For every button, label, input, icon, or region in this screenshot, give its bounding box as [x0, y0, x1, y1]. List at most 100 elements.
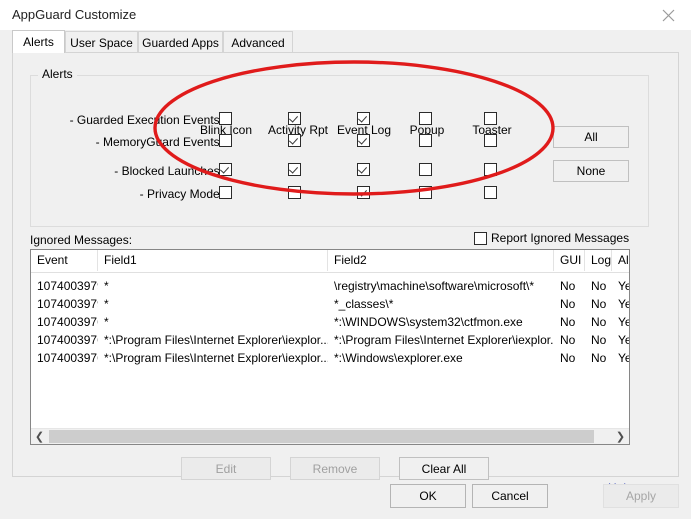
- checkbox-privacy-mode-popup[interactable]: [419, 186, 432, 199]
- checkbox-guarded-execution-event-log[interactable]: [357, 112, 370, 125]
- tab-user-space[interactable]: User Space: [65, 31, 138, 53]
- cell-event: 1074003976: [37, 315, 98, 329]
- checkbox-memoryguard-activity-rpt[interactable]: [288, 134, 301, 147]
- cell-al: Ye: [618, 351, 629, 365]
- checkbox-guarded-execution-toaster[interactable]: [484, 112, 497, 125]
- cell-gui: No: [560, 333, 576, 347]
- clear-all-button[interactable]: Clear All: [399, 457, 489, 480]
- close-icon: [662, 9, 674, 21]
- table-row[interactable]: 1074003976 *:\Program Files\Internet Exp…: [31, 331, 629, 349]
- table-row[interactable]: 1074003976 * *:\WINDOWS\system32\ctfmon.…: [31, 313, 629, 331]
- list-header-row: Event Field1 Field2 GUI Log Al: [31, 250, 629, 273]
- cell-log: No: [591, 279, 607, 293]
- list-column-field1[interactable]: Field1: [98, 250, 328, 271]
- all-button[interactable]: All: [553, 126, 629, 148]
- edit-button-label: Edit: [215, 461, 237, 476]
- cell-al: Ye: [618, 333, 629, 347]
- ok-button[interactable]: OK: [390, 484, 466, 508]
- tab-alerts-label: Alerts: [23, 35, 54, 49]
- horizontal-scrollbar[interactable]: ❮ ❯: [31, 428, 629, 444]
- apply-button[interactable]: Apply: [603, 484, 679, 508]
- cell-field1: *: [104, 297, 109, 311]
- checkbox-memoryguard-blink-icon[interactable]: [219, 134, 232, 147]
- row-label-memoryguard-events: - MemoryGuard Events:: [95, 135, 223, 149]
- alerts-group-box: [30, 75, 649, 227]
- appguard-customize-dialog: AppGuard Customize Alerts User Space Gua…: [0, 0, 691, 519]
- checkbox-guarded-execution-activity-rpt[interactable]: [288, 112, 301, 125]
- checkbox-privacy-mode-activity-rpt[interactable]: [288, 186, 301, 199]
- tab-guarded-apps[interactable]: Guarded Apps: [138, 31, 223, 53]
- clear-all-button-label: Clear All: [421, 461, 467, 476]
- title-bar: AppGuard Customize: [0, 0, 691, 31]
- checkbox-memoryguard-toaster[interactable]: [484, 134, 497, 147]
- cell-al: Ye: [618, 297, 629, 311]
- cell-log: No: [591, 351, 607, 365]
- checkbox-report-ignored-messages[interactable]: [474, 231, 487, 245]
- apply-button-label: Apply: [625, 489, 657, 503]
- tab-alerts[interactable]: Alerts: [12, 30, 65, 53]
- report-ignored-messages-label: Report Ignored Messages: [491, 231, 630, 245]
- dialog-client-area: Alerts User Space Guarded Apps Advanced …: [0, 30, 691, 519]
- close-button[interactable]: [645, 0, 691, 30]
- checkbox-privacy-mode-event-log[interactable]: [357, 186, 370, 199]
- cell-field2: *:\Windows\explorer.exe: [334, 351, 463, 365]
- cell-field1: *:\Program Files\Internet Explorer\iexpl…: [104, 351, 328, 365]
- none-button-label: None: [576, 164, 606, 178]
- tab-page-alerts: Alerts Blink Icon Activity Rpt Event Log…: [12, 52, 679, 495]
- cell-field2: \registry\machine\software\microsoft\*: [334, 279, 535, 293]
- tab-strip: Alerts User Space Guarded Apps Advanced: [12, 30, 679, 53]
- list-column-gui[interactable]: GUI: [554, 250, 585, 271]
- remove-button[interactable]: Remove: [290, 457, 380, 480]
- tab-advanced-label: Advanced: [231, 35, 285, 50]
- checkbox-blocked-launches-popup[interactable]: [419, 163, 432, 176]
- none-button[interactable]: None: [553, 160, 629, 182]
- list-column-event[interactable]: Event: [31, 250, 98, 271]
- cell-al: Ye: [618, 315, 629, 329]
- cell-log: No: [591, 315, 607, 329]
- cell-gui: No: [560, 315, 576, 329]
- cell-field2: *_classes\*: [334, 297, 394, 311]
- report-ignored-messages-row[interactable]: Report Ignored Messages: [474, 231, 629, 245]
- list-column-log[interactable]: Log: [585, 250, 612, 271]
- checkbox-privacy-mode-toaster[interactable]: [484, 186, 497, 199]
- checkbox-guarded-execution-popup[interactable]: [419, 112, 432, 125]
- cancel-button[interactable]: Cancel: [472, 484, 548, 508]
- checkbox-blocked-launches-event-log[interactable]: [357, 163, 370, 176]
- row-label-blocked-launches: - Blocked Launches:: [114, 164, 223, 178]
- checkbox-memoryguard-popup[interactable]: [419, 134, 432, 147]
- cell-al: Ye: [618, 279, 629, 293]
- cell-field2: *:\Program Files\Internet Explorer\iexpl…: [334, 333, 554, 347]
- cell-gui: No: [560, 351, 576, 365]
- checkbox-blocked-launches-activity-rpt[interactable]: [288, 163, 301, 176]
- checkbox-privacy-mode-blink-icon[interactable]: [219, 186, 232, 199]
- cell-log: No: [591, 333, 607, 347]
- chevron-left-icon[interactable]: ❮: [31, 429, 48, 444]
- ignored-messages-label: Ignored Messages:: [30, 233, 133, 247]
- checkbox-guarded-execution-blink-icon[interactable]: [219, 112, 232, 125]
- table-row[interactable]: 1074003979 * *_classes\* No No Ye: [31, 295, 629, 313]
- row-label-privacy-mode: - Privacy Mode:: [139, 187, 223, 201]
- checkbox-memoryguard-event-log[interactable]: [357, 134, 370, 147]
- list-body: 1074003979 * \registry\machine\software\…: [31, 273, 629, 367]
- cell-gui: No: [560, 279, 576, 293]
- checkbox-blocked-launches-toaster[interactable]: [484, 163, 497, 176]
- list-column-field2[interactable]: Field2: [328, 250, 554, 271]
- list-column-al[interactable]: Al: [612, 250, 629, 271]
- cancel-button-label: Cancel: [491, 489, 529, 503]
- table-row[interactable]: 1074003976 *:\Program Files\Internet Exp…: [31, 349, 629, 367]
- ignored-messages-list[interactable]: Event Field1 Field2 GUI Log Al 107400397…: [30, 249, 630, 445]
- checkbox-blocked-launches-blink-icon[interactable]: [219, 163, 232, 176]
- cell-gui: No: [560, 297, 576, 311]
- ok-button-label: OK: [419, 489, 437, 503]
- table-row[interactable]: 1074003979 * \registry\machine\software\…: [31, 277, 629, 295]
- scrollbar-thumb[interactable]: [49, 430, 594, 443]
- cell-field1: *: [104, 315, 109, 329]
- cell-event: 1074003979: [37, 297, 98, 311]
- cell-field1: *:\Program Files\Internet Explorer\iexpl…: [104, 333, 328, 347]
- cell-event: 1074003976: [37, 333, 98, 347]
- chevron-right-icon[interactable]: ❯: [612, 429, 629, 444]
- tab-advanced[interactable]: Advanced: [223, 31, 293, 53]
- tab-user-space-label: User Space: [70, 35, 133, 50]
- edit-button[interactable]: Edit: [181, 457, 271, 480]
- cell-event: 1074003979: [37, 279, 98, 293]
